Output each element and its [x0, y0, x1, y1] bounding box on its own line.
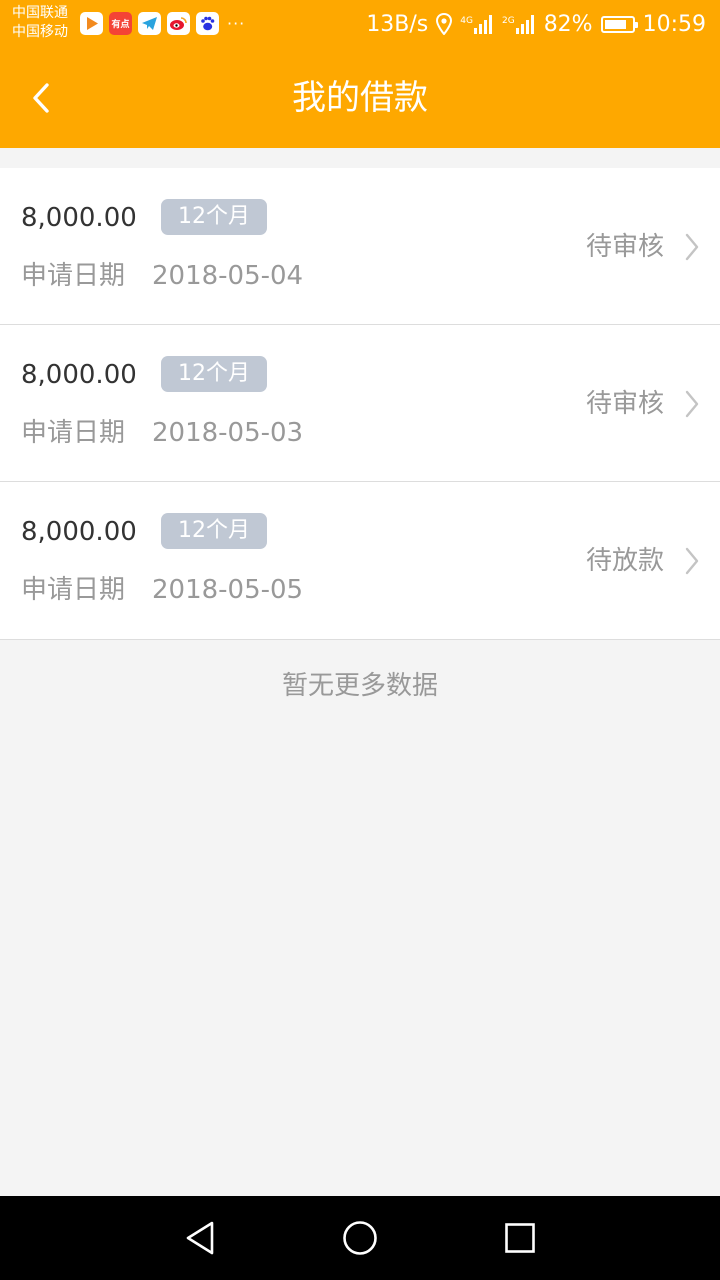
system-status: 13B/s 4G 2G 82% 10:59	[358, 9, 706, 39]
location-icon	[436, 13, 453, 35]
apply-date-label: 申请日期	[21, 575, 126, 605]
loan-item[interactable]: 8,000.00 12个月 申请日期 2018-05-04 待审核	[0, 168, 720, 325]
loan-status: 待放款	[585, 546, 664, 576]
loan-item[interactable]: 8,000.00 12个月 申请日期 2018-05-03 待审核	[0, 325, 720, 482]
network-2g-label: 2G	[501, 16, 515, 26]
signal-bars-icon	[515, 14, 536, 34]
chevron-right-icon	[685, 547, 699, 575]
apply-date: 2018-05-04	[152, 261, 304, 291]
video-app-icon	[80, 12, 103, 35]
nav-home-button[interactable]	[336, 1214, 384, 1262]
battery-icon	[600, 15, 638, 33]
news-app-label: 有点	[111, 20, 130, 30]
network-speed: 13B/s	[366, 11, 429, 37]
chevron-right-icon	[685, 390, 699, 418]
signal-2g: 2G	[502, 14, 536, 34]
battery-level	[604, 19, 626, 29]
apply-date: 2018-05-03	[152, 418, 304, 448]
apply-date-label: 申请日期	[21, 261, 126, 291]
loan-amount: 8,000.00	[21, 360, 137, 390]
square-recents-icon	[505, 1223, 535, 1253]
nav-back-button[interactable]	[176, 1214, 224, 1262]
signal-bars-icon	[473, 14, 494, 34]
loan-status: 待审核	[585, 232, 664, 262]
weibo-icon	[167, 12, 190, 35]
baidu-paw-icon	[196, 12, 219, 35]
nav-recents-button[interactable]	[496, 1214, 544, 1262]
clock: 10:59	[642, 11, 706, 37]
news-app-icon: 有点	[109, 12, 132, 35]
status-bar: 中国联通 中国移动 有点 ··· 13B/s 4G 2G 82% 10:59	[0, 0, 720, 48]
triangle-back-icon	[186, 1221, 214, 1255]
chevron-right-icon	[685, 233, 699, 261]
more-notifications-icon: ···	[227, 14, 246, 33]
header-bar: 我的借款	[0, 48, 720, 148]
network-4g-label: 4G	[460, 16, 473, 26]
notification-icons: 有点 ···	[80, 12, 245, 35]
navigation-bar	[0, 1196, 720, 1280]
carrier-2: 中国移动	[12, 24, 68, 40]
carrier-info: 中国联通 中国移动	[12, 4, 68, 42]
loan-list: 8,000.00 12个月 申请日期 2018-05-04 待审核 8,000.…	[0, 168, 720, 640]
loan-term-badge: 12个月	[161, 356, 267, 392]
loan-amount: 8,000.00	[21, 203, 137, 233]
loan-amount: 8,000.00	[21, 517, 137, 547]
circle-home-icon	[343, 1221, 377, 1255]
apply-date: 2018-05-05	[152, 575, 304, 605]
telegram-icon	[138, 12, 161, 35]
page-title: 我的借款	[292, 78, 428, 118]
no-more-data-text: 暂无更多数据	[281, 671, 438, 701]
loan-term-badge: 12个月	[161, 513, 267, 549]
loan-status: 待审核	[585, 389, 664, 419]
apply-date-label: 申请日期	[21, 418, 126, 448]
signal-4g: 4G	[460, 14, 494, 34]
carrier-1: 中国联通	[12, 5, 68, 21]
battery-percent: 82%	[543, 11, 593, 37]
loan-item[interactable]: 8,000.00 12个月 申请日期 2018-05-05 待放款	[0, 482, 720, 639]
loan-term-badge: 12个月	[161, 199, 267, 235]
